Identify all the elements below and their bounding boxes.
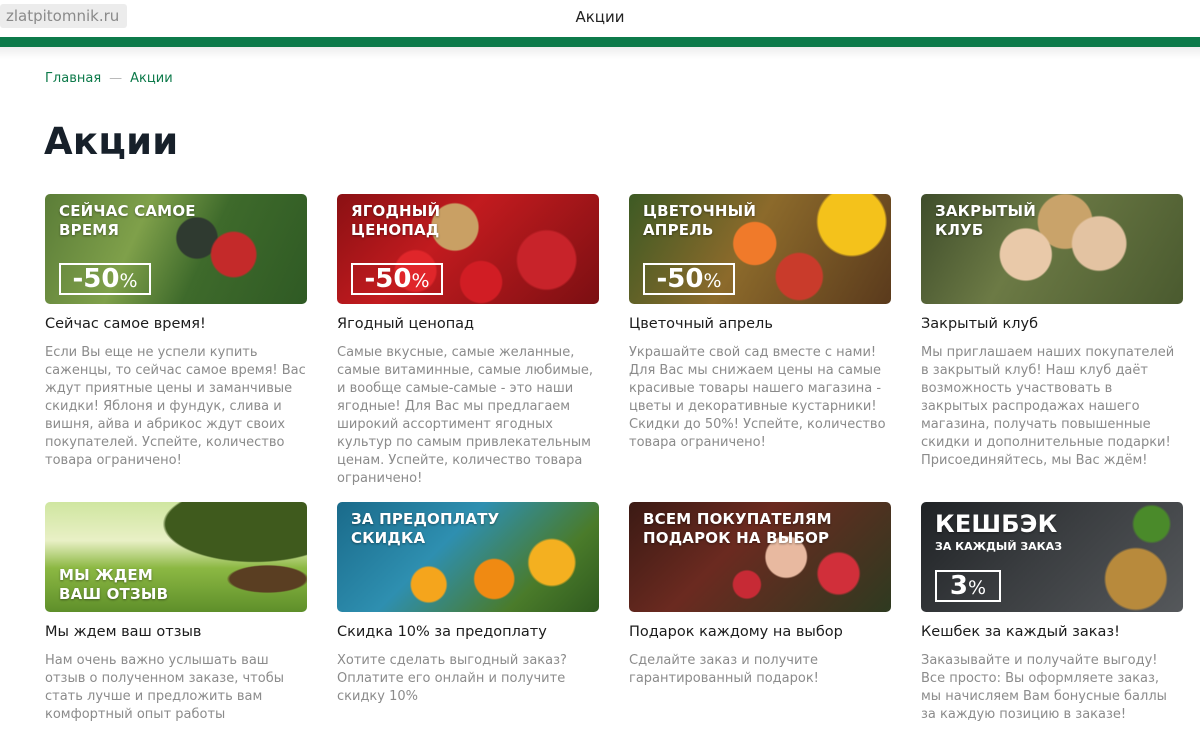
badge-unit: % xyxy=(703,270,722,292)
badge-unit: % xyxy=(119,270,138,292)
breadcrumb: Главная — Акции xyxy=(45,71,173,86)
promo-card[interactable]: За предоплату скидка Скидка 10% за предо… xyxy=(337,502,599,706)
promo-card[interactable]: Сейчас самое время -50% Сейчас самое вре… xyxy=(45,194,307,470)
badge-value: -50 xyxy=(656,264,704,294)
card-title[interactable]: Скидка 10% за предоплату xyxy=(337,624,599,640)
card-description: Если Вы еще не успели купить саженцы, то… xyxy=(45,345,306,468)
discount-badge: -50% xyxy=(59,263,151,295)
banner-text: Ягодный ценопад xyxy=(351,202,441,239)
banner-text: Кешбэк xyxy=(935,510,1058,538)
tab-title: Акции xyxy=(575,8,625,26)
banner-text: Мы ждем ваш отзыв xyxy=(59,566,169,603)
banner-text: За предоплату скидка xyxy=(351,510,500,547)
card-title[interactable]: Цветочный апрель xyxy=(629,316,891,332)
banner-text: Цветочный апрель xyxy=(643,202,757,239)
card-title[interactable]: Сейчас самое время! xyxy=(45,316,307,332)
discount-badge: -50% xyxy=(643,263,735,295)
card-description: Самые вкусные, самые желанные, самые вит… xyxy=(337,345,593,486)
breadcrumb-current[interactable]: Акции xyxy=(130,71,173,86)
badge-value: -50 xyxy=(72,264,120,294)
card-title[interactable]: Ягодный ценопад xyxy=(337,316,599,332)
badge-unit: % xyxy=(411,270,430,292)
discount-badge: -50% xyxy=(351,263,443,295)
promo-card[interactable]: Ягодный ценопад -50% Ягодный ценопад Сам… xyxy=(337,194,599,488)
card-description: Нам очень важно услышать ваш отзыв о пол… xyxy=(45,653,284,722)
promo-banner[interactable]: За предоплату скидка xyxy=(337,502,599,612)
banner-text: Закрытый клуб xyxy=(935,202,1036,239)
banner-text: Всем покупателям подарок на выбор xyxy=(643,510,832,547)
breadcrumb-home-link[interactable]: Главная xyxy=(45,71,101,86)
promo-card[interactable]: Цветочный апрель -50% Цветочный апрель У… xyxy=(629,194,891,452)
card-title[interactable]: Закрытый клуб xyxy=(921,316,1183,332)
breadcrumb-separator: — xyxy=(109,71,123,86)
promo-banner[interactable]: Сейчас самое время -50% xyxy=(45,194,307,304)
card-description: Заказывайте и получайте выгоду! Все прос… xyxy=(921,653,1167,722)
promo-card[interactable]: Закрытый клуб Закрытый клуб Мы приглашае… xyxy=(921,194,1183,470)
card-title[interactable]: Мы ждем ваш отзыв xyxy=(45,624,307,640)
cashback-badge: 3% xyxy=(935,570,1001,602)
banner-text: Сейчас самое время xyxy=(59,202,196,239)
card-description: Сделайте заказ и получите гарантированны… xyxy=(629,653,819,686)
promo-card[interactable]: Кешбэк за каждый заказ 3% Кешбек за кажд… xyxy=(921,502,1183,724)
header-shadow xyxy=(0,47,1200,59)
promo-banner[interactable]: Всем покупателям подарок на выбор xyxy=(629,502,891,612)
browser-bar: zlatpitomnik.ru Акции xyxy=(0,0,1200,37)
badge-unit: % xyxy=(968,577,987,599)
card-description: Хотите сделать выгодный заказ? Оплатите … xyxy=(337,653,567,704)
card-description: Мы приглашаем наших покупателей в закрыт… xyxy=(921,345,1175,468)
promo-card[interactable]: Всем покупателям подарок на выбор Подаро… xyxy=(629,502,891,688)
promo-card[interactable]: Мы ждем ваш отзыв Мы ждем ваш отзыв Нам … xyxy=(45,502,307,724)
card-title[interactable]: Кешбек за каждый заказ! xyxy=(921,624,1183,640)
badge-value: -50 xyxy=(364,264,412,294)
header-green-bar xyxy=(0,37,1200,47)
promo-banner[interactable]: Ягодный ценопад -50% xyxy=(337,194,599,304)
promo-banner[interactable]: Кешбэк за каждый заказ 3% xyxy=(921,502,1183,612)
badge-value: 3 xyxy=(949,571,969,601)
promo-banner[interactable]: Мы ждем ваш отзыв xyxy=(45,502,307,612)
promo-banner[interactable]: Закрытый клуб xyxy=(921,194,1183,304)
card-title[interactable]: Подарок каждому на выбор xyxy=(629,624,891,640)
card-description: Украшайте свой сад вместе с нами! Для Ва… xyxy=(629,345,886,450)
banner-subtext: за каждый заказ xyxy=(935,540,1063,553)
promo-banner[interactable]: Цветочный апрель -50% xyxy=(629,194,891,304)
page-title: Акции xyxy=(44,120,179,163)
